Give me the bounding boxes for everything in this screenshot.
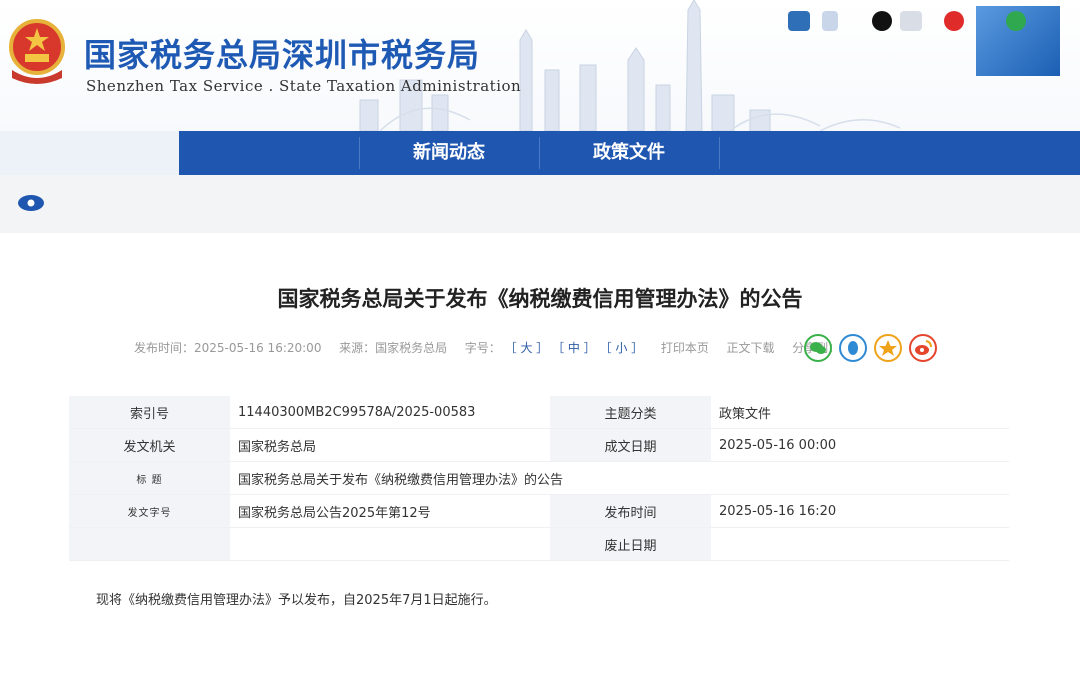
article-body: 现将《纳税缴费信用管理办法》予以发布，自2025年7月1日起施行。 — [96, 593, 497, 608]
empty-label — [69, 527, 230, 561]
toutiao-icon[interactable] — [944, 11, 964, 31]
issuer-value: 国家税务总局 — [230, 428, 550, 462]
font-size-small-button[interactable]: ［ 小 ］ — [600, 339, 644, 356]
weibo-icon[interactable] — [788, 11, 810, 31]
repeal-date-value — [711, 527, 1009, 561]
index-no-label: 索引号 — [69, 396, 230, 429]
font-size-medium-button[interactable]: ［ 中 ］ — [552, 339, 596, 356]
doc-title-value: 国家税务总局关于发布《纳税缴费信用管理办法》的公告 — [230, 461, 1009, 495]
font-size-large-button[interactable]: ［ 大 ］ — [505, 339, 549, 356]
publish-time-label: 发布时间 — [550, 494, 711, 528]
nav-divider — [719, 137, 720, 169]
issuer-label: 发文机关 — [69, 428, 230, 462]
douyin-icon[interactable] — [872, 11, 892, 31]
site-subtitle: Shenzhen Tax Service . State Taxation Ad… — [86, 77, 522, 95]
weibo-share-icon[interactable] — [909, 334, 937, 362]
wechat-share-icon[interactable] — [804, 334, 832, 362]
nav-item-policy[interactable]: 政策文件 — [539, 131, 719, 175]
empty-value — [230, 527, 550, 561]
font-size-label: 字号： — [464, 341, 501, 355]
index-no-value: 11440300MB2C99578A/2025-00583 — [230, 396, 550, 429]
article-title: 国家税务总局关于发布《纳税缴费信用管理办法》的公告 — [277, 287, 803, 311]
table-row: 标 题 国家税务总局关于发布《纳税缴费信用管理办法》的公告 — [69, 461, 1009, 495]
publish-time: 发布时间：2025-05-16 16:20:00 — [134, 341, 322, 355]
site-header: 国家税务总局深圳市税务局 Shenzhen Tax Service . Stat… — [0, 0, 1080, 131]
main-nav: 新闻动态 政策文件 — [179, 131, 1080, 175]
service-icon[interactable] — [900, 11, 922, 31]
doc-title-label: 标 题 — [69, 461, 230, 495]
written-date-label: 成文日期 — [550, 428, 711, 462]
national-emblem-icon — [9, 19, 65, 84]
table-row: 废止日期 — [69, 527, 1009, 561]
category-value: 政策文件 — [711, 396, 1009, 429]
written-date-value: 2025-05-16 00:00 — [711, 428, 1009, 462]
table-row: 索引号 11440300MB2C99578A/2025-00583 主题分类 政… — [69, 396, 1009, 429]
qq-share-icon[interactable] — [839, 334, 867, 362]
table-row: 发文字号 国家税务总局公告2025年第12号 发布时间 2025-05-16 1… — [69, 494, 1009, 528]
source: 来源：国家税务总局 — [339, 341, 448, 355]
breadcrumb — [0, 175, 1080, 233]
qzone-share-icon[interactable] — [874, 334, 902, 362]
app-icon[interactable] — [822, 11, 838, 31]
article-meta: 发布时间：2025-05-16 16:20:00 来源：国家税务总局 字号： ［… — [134, 339, 840, 357]
print-button[interactable]: 打印本页 — [661, 339, 709, 356]
nav-item-news[interactable]: 新闻动态 — [359, 131, 539, 175]
publish-time-value: 2025-05-16 16:20 — [711, 494, 1009, 528]
wechat-icon[interactable] — [1006, 11, 1026, 31]
doc-number-value: 国家税务总局公告2025年第12号 — [230, 494, 550, 528]
document-info-table: 索引号 11440300MB2C99578A/2025-00583 主题分类 政… — [69, 396, 1009, 561]
top-icon-bar — [780, 0, 1080, 80]
category-label: 主题分类 — [550, 396, 711, 429]
doc-number-label: 发文字号 — [69, 494, 230, 528]
repeal-date-label: 废止日期 — [550, 527, 711, 561]
download-button[interactable]: 正文下载 — [727, 339, 775, 356]
table-row: 发文机关 国家税务总局 成文日期 2025-05-16 00:00 — [69, 428, 1009, 462]
site-title: 国家税务总局深圳市税务局 — [84, 36, 481, 74]
location-icon — [18, 195, 44, 211]
